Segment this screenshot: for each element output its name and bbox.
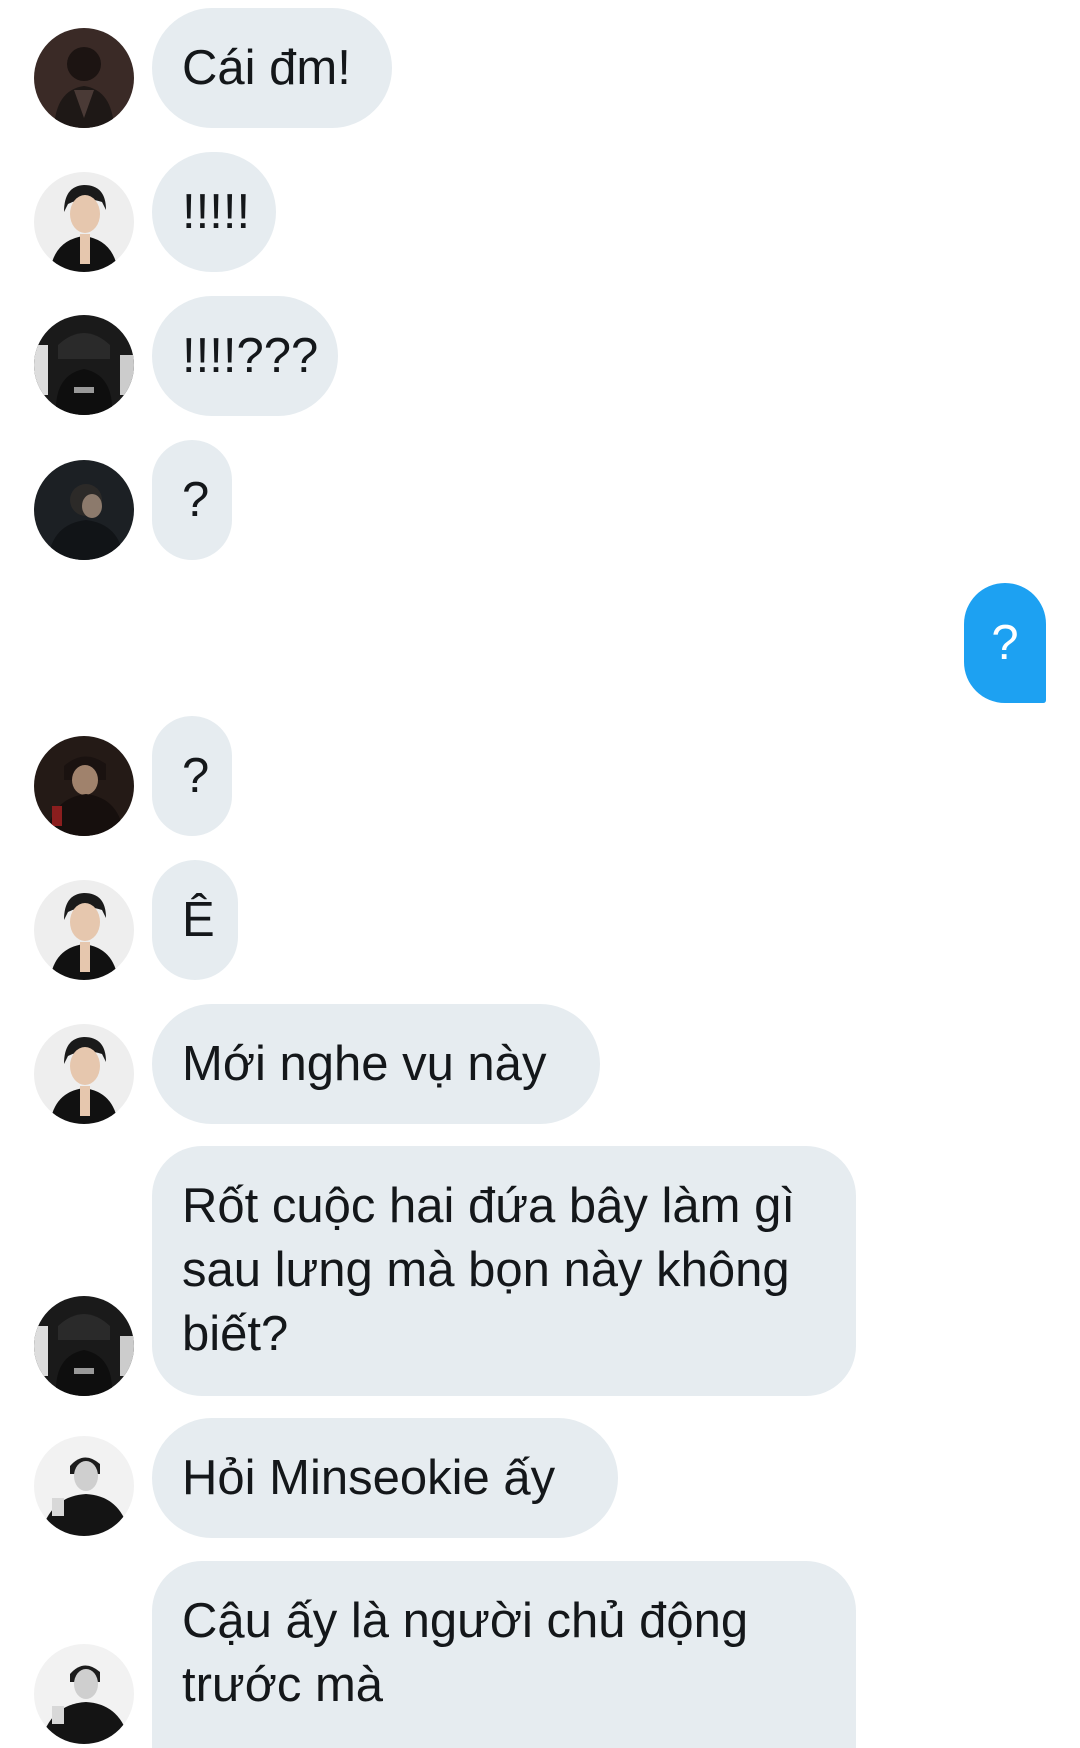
- avatar[interactable]: [34, 315, 134, 415]
- message-bubble[interactable]: Ê: [152, 860, 238, 980]
- user-photo-icon: [34, 1644, 134, 1744]
- user-photo-icon: [34, 1436, 134, 1536]
- avatar[interactable]: [34, 28, 134, 128]
- avatar[interactable]: [34, 1024, 134, 1124]
- message-bubble[interactable]: ?: [152, 440, 232, 560]
- conversation-thread: Cái đm! !!!!! !!!!??? ? ? ? Ê Mới nghe v…: [0, 0, 1080, 1748]
- avatar[interactable]: [34, 460, 134, 560]
- avatar[interactable]: [34, 736, 134, 836]
- user-photo-icon: [34, 28, 134, 128]
- user-photo-icon: [34, 315, 134, 415]
- message-bubble[interactable]: Cái đm!: [152, 8, 392, 128]
- message-bubble[interactable]: !!!!???: [152, 296, 338, 416]
- message-bubble[interactable]: Hỏi Minseokie ấy: [152, 1418, 618, 1538]
- message-bubble[interactable]: Cậu ấy là người chủ động trước mà: [152, 1561, 856, 1748]
- user-photo-icon: [34, 880, 134, 980]
- message-bubble[interactable]: Mới nghe vụ này: [152, 1004, 600, 1124]
- message-bubble[interactable]: Rốt cuộc hai đứa bây làm gì sau lưng mà …: [152, 1146, 856, 1396]
- user-photo-icon: [34, 1296, 134, 1396]
- message-bubble[interactable]: !!!!!: [152, 152, 276, 272]
- user-photo-icon: [34, 460, 134, 560]
- avatar[interactable]: [34, 1296, 134, 1396]
- user-photo-icon: [34, 1024, 134, 1124]
- avatar[interactable]: [34, 1644, 134, 1744]
- avatar[interactable]: [34, 1436, 134, 1536]
- avatar[interactable]: [34, 172, 134, 272]
- message-bubble[interactable]: ?: [152, 716, 232, 836]
- user-photo-icon: [34, 172, 134, 272]
- user-photo-icon: [34, 736, 134, 836]
- avatar[interactable]: [34, 880, 134, 980]
- sent-message-bubble[interactable]: ?: [964, 583, 1046, 703]
